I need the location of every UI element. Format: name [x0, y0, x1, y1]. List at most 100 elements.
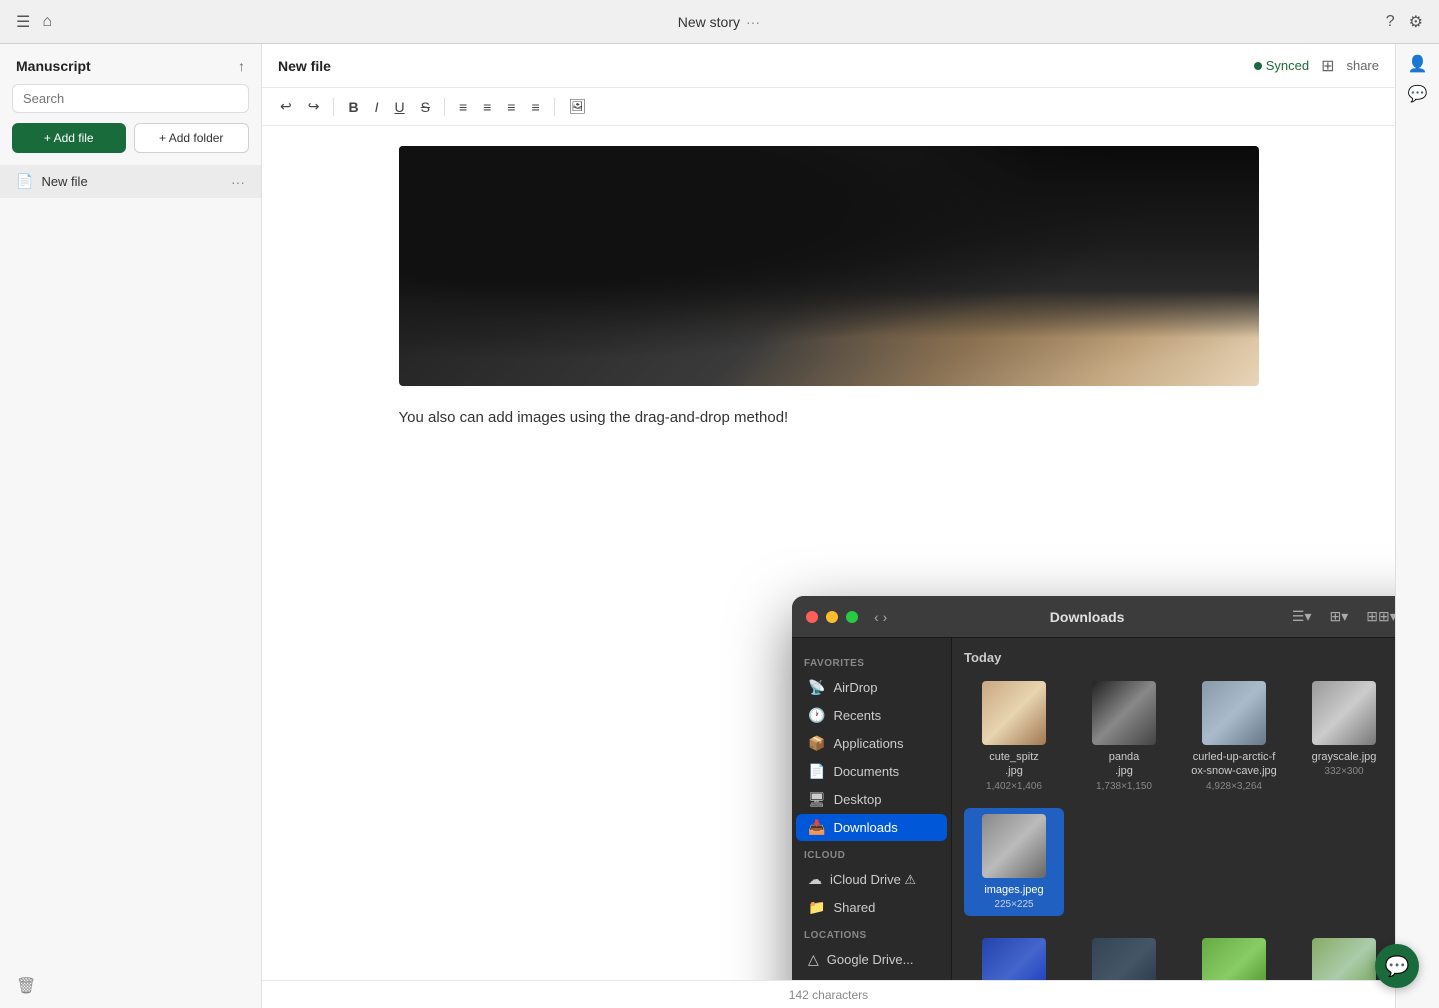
panel-comments-icon[interactable]: 💬	[1408, 84, 1428, 104]
today-section-header: Today Show Less	[964, 650, 1395, 665]
cute-spitz-name: cute_spitz.jpg	[989, 750, 1039, 779]
file-images-jpeg[interactable]: images.jpeg 225×225	[964, 808, 1064, 916]
undo-button[interactable]: ↩	[274, 94, 298, 119]
search-input[interactable]	[12, 84, 249, 113]
finder-grid-view-button[interactable]: ⊞▾	[1325, 605, 1354, 628]
share-button[interactable]: share	[1346, 58, 1379, 73]
today-files-grid-2: 202212008462_500.jpg 500×750 __Shot_From…	[964, 932, 1395, 980]
doc-paragraph: You also can add images using the drag-a…	[399, 406, 1259, 430]
finder-back-button[interactable]: ‹	[874, 609, 879, 625]
strikethrough-button[interactable]: S	[415, 95, 436, 119]
align-center-button[interactable]: ≡	[477, 95, 497, 119]
editor-area: New file Synced ⊞ share ↩ ↪ B I U S ≡ ≡ …	[262, 44, 1395, 1008]
finder-item-google-drive-1[interactable]: △ Google Drive...	[796, 946, 947, 973]
recents-icon: 🕐	[808, 707, 825, 724]
file-grayscale[interactable]: grayscale.jpg 332×300	[1294, 675, 1394, 798]
desktop-icon: 🖥	[808, 791, 826, 808]
italic-button[interactable]: I	[369, 95, 385, 119]
finder-item-desktop[interactable]: 🖥 Desktop	[796, 786, 947, 813]
hamburger-icon[interactable]: ☰	[16, 12, 30, 32]
editor-content[interactable]: You also can add images using the drag-a…	[262, 126, 1395, 980]
app-ellipsis-button[interactable]: ···	[746, 14, 760, 30]
file-panda[interactable]: panda.jpg 1,738×1,150	[1074, 675, 1174, 798]
desktop-label: Desktop	[834, 792, 882, 807]
icloud-label: iCloud Drive ⚠	[830, 872, 916, 888]
sidebar-file-more-button[interactable]: ···	[231, 174, 245, 190]
sidebar-item-new-file[interactable]: 📄 New file ···	[0, 165, 261, 198]
finder-window: ‹ › Downloads ☰▾ ⊞▾ ⊞⊞▾ ↑ » 🔍	[792, 596, 1395, 980]
trash-icon[interactable]: 🗑	[16, 978, 36, 995]
finder-item-downloads[interactable]: 📥 Downloads	[796, 814, 947, 841]
icloud-icon: ☁	[808, 871, 822, 888]
finder-item-google-drive-2[interactable]: △ Google Drive...	[796, 974, 947, 980]
finder-sidebar: Favorites 📡 AirDrop 🕐 Recents 📦 Applicat…	[792, 638, 952, 980]
finder-forward-button[interactable]: ›	[883, 609, 888, 625]
panda-dims: 1,738×1,150	[1096, 781, 1152, 792]
traffic-light-green[interactable]	[846, 611, 858, 623]
chat-bubble-button[interactable]: 💬	[1375, 944, 1419, 988]
finder-item-shared[interactable]: 📁 Shared	[796, 894, 947, 921]
add-folder-button[interactable]: + Add folder	[134, 123, 250, 153]
sidebar-header: Manuscript ↑	[0, 44, 261, 84]
justify-button[interactable]: ≡	[525, 95, 545, 119]
thumb-pexels	[1312, 938, 1376, 980]
align-left-button[interactable]: ≡	[453, 95, 473, 119]
top-bar-left: ☰ ⌂	[16, 12, 52, 32]
home-icon[interactable]: ⌂	[42, 13, 52, 31]
help-icon[interactable]: ?	[1386, 13, 1395, 31]
thumb-panda	[1092, 681, 1156, 745]
sidebar: Manuscript ↑ + Add file + Add folder 📄 N…	[0, 44, 262, 1008]
finder-item-airdrop[interactable]: 📡 AirDrop	[796, 674, 947, 701]
gear-icon[interactable]: ⚙	[1409, 12, 1423, 32]
applications-label: Applications	[833, 736, 903, 751]
arctic-fox-dims: 4,928×3,264	[1206, 781, 1262, 792]
thumb-pang	[1202, 938, 1266, 980]
editor-toolbar: ↩ ↪ B I U S ≡ ≡ ≡ ≡ 🖼	[262, 88, 1395, 126]
finder-content[interactable]: Today Show Less cute_spitz.jpg 1,402×1,4…	[952, 638, 1395, 980]
app-title: New story	[678, 14, 740, 30]
traffic-light-yellow[interactable]	[826, 611, 838, 623]
layout-icon[interactable]: ⊞	[1321, 56, 1334, 76]
upload-icon[interactable]: ↑	[238, 58, 245, 74]
bold-button[interactable]: B	[342, 95, 364, 119]
chat-bubble-icon: 💬	[1385, 954, 1410, 979]
finder-item-documents[interactable]: 📄 Documents	[796, 758, 947, 785]
search-container	[0, 84, 261, 123]
arctic-fox-name: curled-up-arctic-fox-snow-cave.jpg	[1190, 750, 1278, 779]
char-count: 142 characters	[789, 988, 868, 1002]
traffic-light-red[interactable]	[806, 611, 818, 623]
images-name: images.jpeg	[984, 883, 1043, 897]
grayscale-name: grayscale.jpg	[1312, 750, 1377, 764]
file-arctic-fox[interactable]: curled-up-arctic-fox-snow-cave.jpg 4,928…	[1184, 675, 1284, 798]
finder-body: Favorites 📡 AirDrop 🕐 Recents 📦 Applicat…	[792, 638, 1395, 980]
editor-topbar-right: Synced ⊞ share	[1254, 56, 1379, 76]
toolbar-separator-2	[444, 98, 445, 116]
synced-dot	[1254, 62, 1262, 70]
finder-list-view-button[interactable]: ☰▾	[1287, 605, 1317, 628]
file-pang[interactable]: pang-yuhao-wCi28e...plash.jpg 5,452×3,06…	[1184, 932, 1284, 980]
image-button[interactable]: 🖼	[563, 94, 593, 119]
panel-users-icon[interactable]: 👤	[1408, 54, 1428, 74]
file-icon: 📄	[16, 173, 33, 190]
align-right-button[interactable]: ≡	[501, 95, 521, 119]
underline-button[interactable]: U	[388, 95, 410, 119]
cute-spitz-dims: 1,402×1,406	[986, 781, 1042, 792]
editor-statusbar: 142 characters	[262, 980, 1395, 1008]
doc-image	[399, 146, 1259, 386]
file-cute-spitz[interactable]: cute_spitz.jpg 1,402×1,406	[964, 675, 1064, 798]
favorites-label: Favorites	[792, 650, 951, 673]
finder-group-button[interactable]: ⊞⊞▾	[1361, 605, 1395, 628]
grayscale-dims: 332×300	[1324, 766, 1363, 777]
add-file-button[interactable]: + Add file	[12, 123, 126, 153]
redo-button[interactable]: ↪	[302, 94, 326, 119]
file-shot[interactable]: __Shot_From_The_Sky_....612).jpg 11,375×…	[1074, 932, 1174, 980]
file-2022[interactable]: 202212008462_500.jpg 500×750	[964, 932, 1064, 980]
thumb-2022	[982, 938, 1046, 980]
finder-item-recents[interactable]: 🕐 Recents	[796, 702, 947, 729]
finder-nav-buttons: ‹ ›	[874, 609, 887, 625]
finder-title: Downloads	[895, 609, 1279, 625]
finder-item-icloud-drive[interactable]: ☁ iCloud Drive ⚠	[796, 866, 947, 893]
top-bar: ☰ ⌂ New story ··· ? ⚙	[0, 0, 1439, 44]
sidebar-actions: + Add file + Add folder	[0, 123, 261, 165]
finder-item-applications[interactable]: 📦 Applications	[796, 730, 947, 757]
